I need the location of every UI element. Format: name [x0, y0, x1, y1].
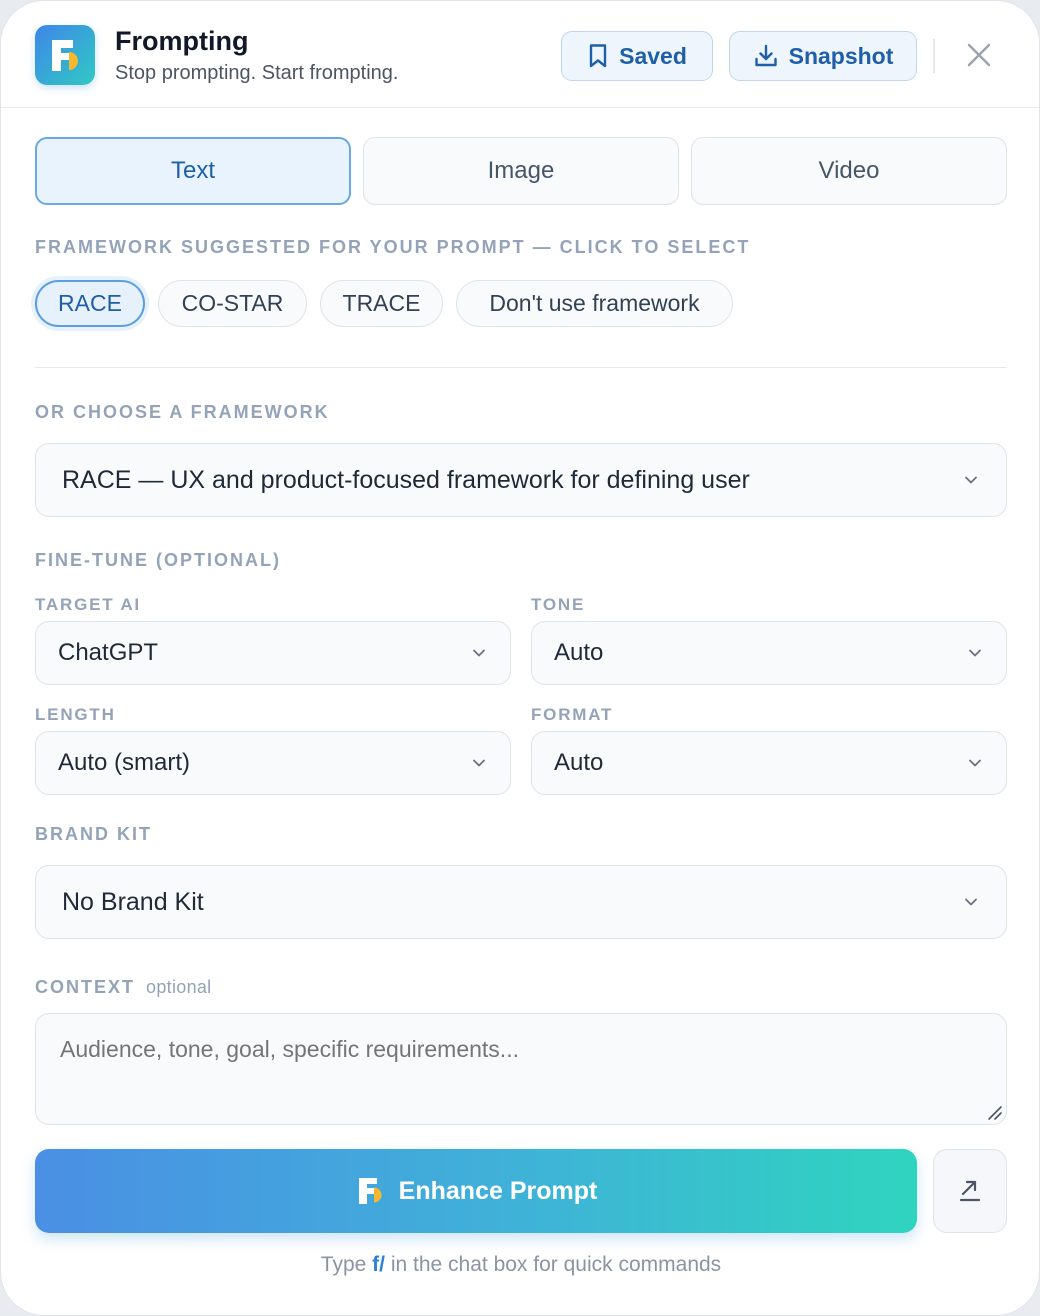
tab-text[interactable]: Text — [35, 137, 351, 205]
context-input[interactable] — [35, 1013, 1007, 1125]
hint-command: f/ — [372, 1253, 385, 1276]
saved-button[interactable]: Saved — [561, 31, 713, 81]
chip-co-star[interactable]: CO-STAR — [158, 280, 307, 327]
snapshot-button[interactable]: Snapshot — [729, 31, 917, 81]
hint-suffix: in the chat box for quick commands — [390, 1253, 722, 1276]
length-select[interactable]: Auto (smart) — [35, 731, 511, 795]
bookmark-icon — [589, 44, 607, 68]
chevron-down-icon — [473, 759, 485, 767]
snapshot-label: Snapshot — [788, 42, 894, 69]
target-ai-value: ChatGPT — [58, 639, 159, 666]
quick-commands-hint: Type f/ in the chat box for quick comman… — [1, 1253, 1039, 1277]
suggested-framework-label: FRAMEWORK SUGGESTED FOR YOUR PROMPT — CL… — [35, 237, 751, 257]
section-divider — [35, 367, 1007, 368]
context-label: CONTEXT optional — [35, 977, 211, 998]
frompting-logo-icon — [358, 1178, 382, 1204]
chip-race[interactable]: RACE — [35, 280, 145, 327]
choose-framework-label: OR CHOOSE A FRAMEWORK — [35, 402, 330, 422]
context-label-text: CONTEXT — [35, 977, 136, 997]
chip-no-framework[interactable]: Don't use framework — [456, 280, 733, 327]
fine-tune-label: FINE-TUNE (OPTIONAL) — [35, 550, 281, 570]
chevron-down-icon — [969, 759, 981, 767]
tone-value: Auto — [554, 639, 604, 666]
brand-kit-value: No Brand Kit — [62, 887, 204, 916]
header-divider — [933, 39, 935, 73]
format-select[interactable]: Auto — [531, 731, 1007, 795]
format-label: FORMAT — [531, 705, 614, 724]
length-label: LENGTH — [35, 705, 116, 724]
arrow-up-right-icon — [959, 1180, 981, 1202]
framework-select[interactable]: RACE — UX and product-focused framework … — [35, 443, 1007, 517]
header: Frompting Stop prompting. Start fromptin… — [1, 1, 1039, 108]
chevron-down-icon — [965, 898, 977, 906]
tab-video[interactable]: Video — [691, 137, 1007, 205]
brand-kit-label: BRAND KIT — [35, 824, 152, 844]
chip-trace[interactable]: TRACE — [320, 280, 443, 327]
tone-select[interactable]: Auto — [531, 621, 1007, 685]
app-subtitle: Stop prompting. Start frompting. — [115, 62, 399, 84]
open-external-button[interactable] — [933, 1149, 1007, 1233]
framework-select-value: RACE — UX and product-focused framework … — [62, 465, 750, 494]
tone-label: TONE — [531, 595, 586, 614]
app-title: Frompting — [115, 26, 249, 56]
frompting-logo-icon — [35, 25, 95, 85]
enhance-prompt-button[interactable]: Enhance Prompt — [35, 1149, 917, 1233]
context-optional-text: optional — [146, 977, 212, 997]
format-value: Auto — [554, 749, 604, 776]
brand-kit-select[interactable]: No Brand Kit — [35, 865, 1007, 939]
chevron-down-icon — [969, 649, 981, 657]
saved-label: Saved — [619, 42, 687, 69]
target-ai-select[interactable]: ChatGPT — [35, 621, 511, 685]
hint-prefix: Type — [320, 1253, 367, 1276]
frompting-panel: Frompting Stop prompting. Start fromptin… — [0, 0, 1040, 1316]
chevron-down-icon — [473, 649, 485, 657]
chevron-down-icon — [965, 476, 977, 484]
tab-image[interactable]: Image — [363, 137, 679, 205]
download-icon — [754, 44, 777, 67]
close-icon — [967, 43, 991, 67]
enhance-prompt-label: Enhance Prompt — [398, 1176, 598, 1205]
target-ai-label: TARGET AI — [35, 595, 141, 614]
length-value: Auto (smart) — [58, 749, 191, 776]
close-button[interactable] — [963, 39, 995, 71]
